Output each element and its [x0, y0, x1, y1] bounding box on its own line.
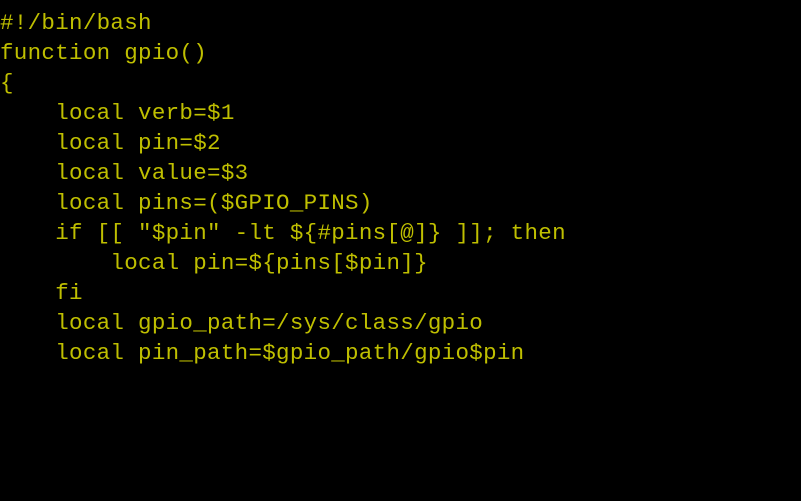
code-line: #!/bin/bash: [0, 8, 801, 38]
code-line: fi: [0, 278, 801, 308]
code-line: local pin=${pins[$pin]}: [0, 248, 801, 278]
code-line: function gpio(): [0, 38, 801, 68]
code-block: #!/bin/bashfunction gpio(){ local verb=$…: [0, 0, 801, 368]
code-line: {: [0, 68, 801, 98]
code-line: local gpio_path=/sys/class/gpio: [0, 308, 801, 338]
code-line: local value=$3: [0, 158, 801, 188]
code-line: if [[ "$pin" -lt ${#pins[@]} ]]; then: [0, 218, 801, 248]
code-line: local pin=$2: [0, 128, 801, 158]
code-line: local verb=$1: [0, 98, 801, 128]
code-line: local pin_path=$gpio_path/gpio$pin: [0, 338, 801, 368]
code-line: local pins=($GPIO_PINS): [0, 188, 801, 218]
